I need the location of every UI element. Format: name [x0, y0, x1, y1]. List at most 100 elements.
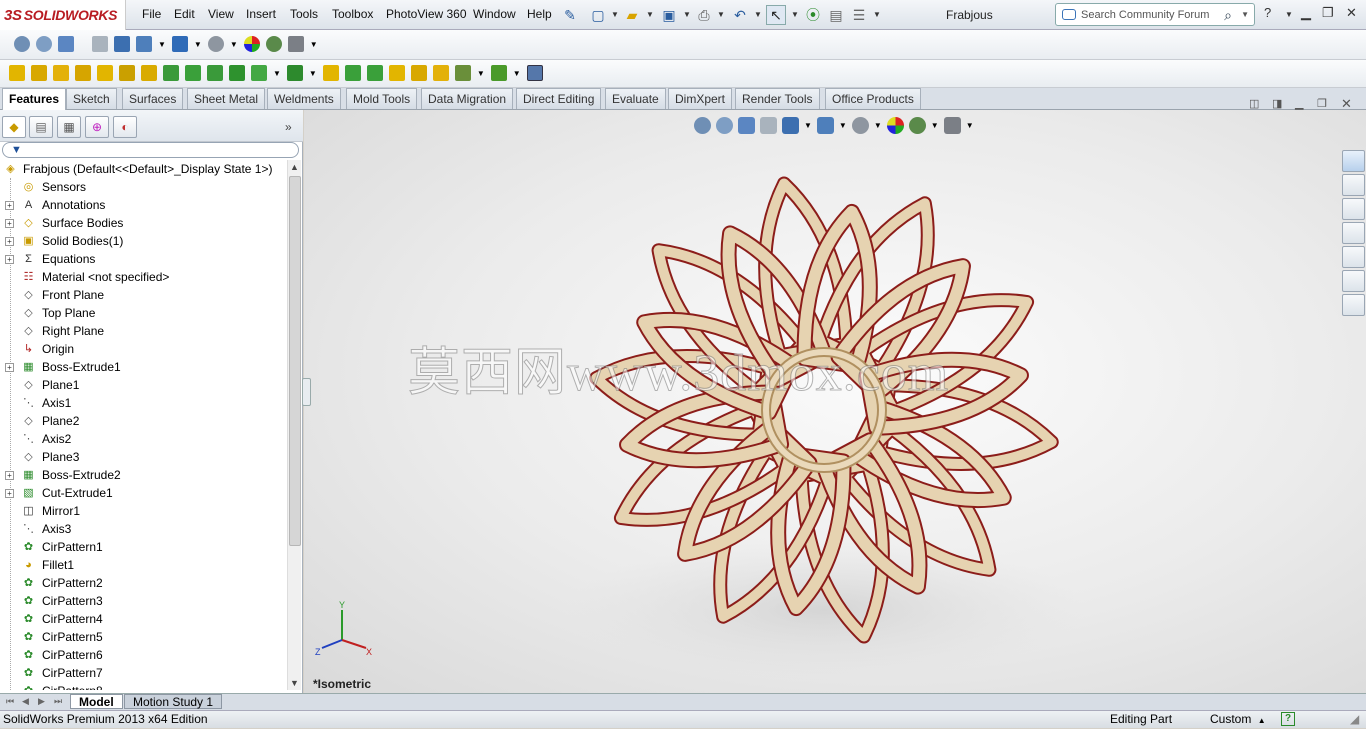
menu-file[interactable]: File [142, 7, 161, 21]
next-tab-icon[interactable]: ▶ [38, 696, 45, 707]
menu-tools[interactable]: Tools [290, 7, 318, 21]
open-folder-icon[interactable]: ▰ [622, 5, 642, 25]
undo-icon[interactable]: ↶ [730, 5, 750, 25]
tree-node[interactable]: ✿ CirPattern7 [0, 664, 287, 682]
shell-dropdown-icon[interactable]: ▼ [273, 69, 281, 78]
select-cursor-icon[interactable]: ↖ [766, 5, 786, 25]
extruded-cut-icon[interactable] [119, 65, 135, 81]
tree-node[interactable]: ◇ Front Plane [0, 286, 287, 304]
tab-sheet-metal[interactable]: Sheet Metal [187, 88, 266, 109]
glasses-icon[interactable] [207, 36, 224, 52]
units-selector[interactable]: Custom ▲ [1210, 711, 1266, 729]
hud-hide-show-icon[interactable] [851, 116, 869, 134]
revolved-cut-icon[interactable] [141, 65, 157, 81]
scroll-down-icon[interactable]: ▼ [290, 678, 299, 688]
edit-appearance-icon[interactable] [243, 36, 260, 52]
tree-node[interactable]: ⋱ Axis1 [0, 394, 287, 412]
hide-show-items-icon[interactable] [171, 36, 188, 52]
menu-edit[interactable]: Edit [174, 7, 195, 21]
close-icon[interactable]: ✕ [1346, 5, 1357, 21]
draft-icon[interactable] [229, 65, 245, 81]
curves-icon[interactable] [490, 65, 507, 81]
dome-icon[interactable] [366, 65, 383, 81]
display-style-dropdown-icon[interactable]: ▼ [158, 40, 166, 49]
hud-view-settings-icon[interactable] [943, 116, 961, 134]
extruded-boss-icon[interactable] [9, 65, 25, 81]
tree-node[interactable]: ✿ CirPattern1 [0, 538, 287, 556]
open-dropdown-icon[interactable]: ▼ [646, 10, 654, 19]
boundary-boss-icon[interactable] [97, 65, 113, 81]
tab-sketch[interactable]: Sketch [66, 88, 117, 109]
zoom-to-fit-icon[interactable] [14, 36, 30, 52]
select-dropdown-icon[interactable]: ▼ [791, 10, 799, 19]
tab-motion-study[interactable]: Motion Study 1 [124, 694, 223, 709]
rebuild-icon[interactable]: ⦿ [803, 5, 823, 25]
tree-node[interactable]: ◕ Fillet1 [0, 556, 287, 574]
status-help-icon[interactable]: ? [1281, 712, 1295, 726]
viewport-tile-icon[interactable]: ◫ [1249, 97, 1259, 110]
dimxpertmanager-icon[interactable]: ⊕ [85, 116, 109, 138]
tab-data-migration[interactable]: Data Migration [421, 88, 514, 109]
tree-node[interactable]: ☷ Material <not specified> [0, 268, 287, 286]
fillet-icon[interactable] [163, 65, 179, 81]
configurationmanager-icon[interactable]: ▦ [57, 116, 81, 138]
hud-appearance-icon[interactable] [886, 116, 904, 134]
resize-grip-icon[interactable]: ◢ [1350, 711, 1359, 728]
help-dropdown-icon[interactable]: ▼ [1285, 10, 1293, 19]
view-orientation-icon[interactable] [114, 36, 130, 52]
tab-mold-tools[interactable]: Mold Tools [346, 88, 418, 109]
menu-window[interactable]: Window [473, 7, 516, 21]
tree-node[interactable]: ◇ Right Plane [0, 322, 287, 340]
home-icon[interactable] [1342, 174, 1365, 196]
appearances-scenes-icon[interactable] [1342, 270, 1365, 292]
hud-scene-icon[interactable] [908, 116, 926, 134]
linear-pattern-icon[interactable] [286, 65, 303, 81]
tab-office-products[interactable]: Office Products [825, 88, 921, 109]
menu-view[interactable]: View [208, 7, 234, 21]
hud-scene-dropdown-icon[interactable]: ▼ [931, 121, 939, 130]
design-library-icon[interactable] [1342, 198, 1365, 220]
viewport-restore-icon[interactable]: ❐ [1317, 97, 1327, 110]
tree-scrollbar[interactable]: ▲ ▼ [287, 160, 301, 690]
options-icon[interactable]: ☰ [849, 5, 869, 25]
viewport-split-icon[interactable]: ◨ [1272, 97, 1282, 110]
menu-photoview[interactable]: PhotoView 360 [386, 7, 467, 21]
tree-node[interactable]: ✿ CirPattern4 [0, 610, 287, 628]
file-properties-icon[interactable]: ▤ [826, 5, 846, 25]
tab-features[interactable]: Features [2, 88, 67, 110]
hide-show-dropdown-icon[interactable]: ▼ [194, 40, 202, 49]
tab-weldments[interactable]: Weldments [267, 88, 341, 109]
tab-model[interactable]: Model [70, 694, 123, 709]
expand-icon[interactable]: + [5, 219, 14, 228]
tree-node[interactable]: ✿ CirPattern6 [0, 646, 287, 664]
tree-node[interactable]: ✿ CirPattern3 [0, 592, 287, 610]
hud-display-style-icon[interactable] [816, 116, 834, 134]
expand-icon[interactable]: + [5, 237, 14, 246]
search-dropdown-icon[interactable]: ▼ [1241, 10, 1249, 19]
mirror-icon[interactable] [410, 65, 427, 81]
tree-node[interactable]: ✿ CirPattern8 [0, 682, 287, 690]
scroll-thumb[interactable] [289, 176, 301, 546]
hud-display-style-dropdown-icon[interactable]: ▼ [839, 121, 847, 130]
glasses-dropdown-icon[interactable]: ▼ [230, 40, 238, 49]
zoom-to-area-icon[interactable] [36, 36, 52, 52]
hud-view-orientation-icon[interactable] [782, 116, 799, 134]
expand-icon[interactable]: + [5, 363, 14, 372]
save-icon[interactable]: ▣ [659, 5, 679, 25]
last-tab-icon[interactable]: ⏭ [54, 696, 62, 707]
solidworks-logo[interactable]: 3S SOLIDWORKS [0, 0, 126, 30]
lofted-boss-icon[interactable] [75, 65, 91, 81]
menu-insert[interactable]: Insert [246, 7, 276, 21]
propertymanager-icon[interactable]: ▤ [29, 116, 53, 138]
menu-help[interactable]: Help [527, 7, 552, 21]
featuremanager-tree-icon[interactable]: ◆ [2, 116, 26, 138]
view-settings-icon[interactable] [287, 36, 304, 52]
scroll-up-icon[interactable]: ▲ [290, 162, 299, 172]
hud-zoom-to-area-icon[interactable] [716, 116, 733, 134]
panel-splitter[interactable] [302, 378, 311, 406]
tree-node[interactable]: ↳ Origin [0, 340, 287, 358]
display-style-icon[interactable] [136, 36, 152, 52]
pin-menu-icon[interactable]: ✎ [560, 5, 580, 25]
hud-view-orientation-dropdown-icon[interactable]: ▼ [804, 121, 812, 130]
tree-node[interactable]: + ◇ Surface Bodies [0, 214, 287, 232]
